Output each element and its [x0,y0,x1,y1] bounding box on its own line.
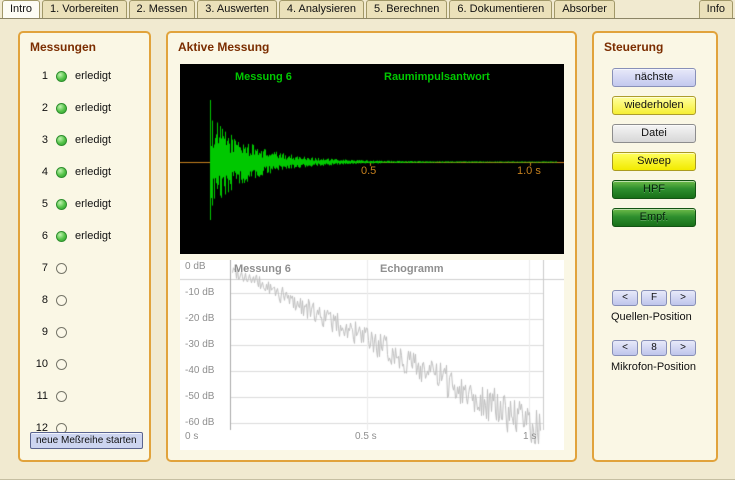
impulse-chart-subtitle: Raumimpulsantwort [384,71,490,83]
measurement-number: 4 [30,166,48,178]
measurement-number: 8 [30,294,48,306]
impulse-chart-title: Messung 6 [235,71,292,83]
next-button[interactable]: nächste [612,68,696,87]
mic-position-label: Mikrofon-Position [611,361,696,373]
tab-berechnen[interactable]: 5. Berechnen [366,0,447,18]
measurement-radio[interactable] [56,391,67,402]
echogram-y-tick-30db: -30 dB [185,339,214,351]
echogram-chart: Messung 6 Echogramm 0 dB -10 dB -20 dB -… [180,260,564,450]
measurement-radio[interactable] [56,135,67,146]
measurement-list: 1 erledigt 2 erledigt 3 erledigt 4 erled… [30,60,145,444]
active-panel-title: Aktive Messung [178,40,269,54]
mic-prev-button[interactable]: < [612,340,638,356]
tab-intro[interactable]: Intro [2,0,40,18]
tab-messen[interactable]: 2. Messen [129,0,196,18]
measurement-number: 11 [30,390,48,402]
new-series-button[interactable]: neue Meßreihe starten [30,432,143,449]
measurement-row: 3 erledigt [30,124,145,156]
measurements-panel: Messungen 1 erledigt 2 erledigt 3 erledi… [18,31,151,462]
measurement-number: 9 [30,326,48,338]
measurement-number: 5 [30,198,48,210]
measurement-row: 9 [30,316,145,348]
echogram-x-tick-05s: 0.5 s [355,431,377,442]
tab-vorbereiten[interactable]: 1. Vorbereiten [42,0,127,18]
source-value-button[interactable]: F [641,290,667,306]
measurement-number: 3 [30,134,48,146]
echogram-x-tick-0s: 0 s [185,431,198,442]
tab-auswerten[interactable]: 3. Auswerten [197,0,277,18]
measurement-row: 6 erledigt [30,220,145,252]
tab-analysieren[interactable]: 4. Analysieren [279,0,364,18]
measurement-radio[interactable] [56,103,67,114]
measurement-number: 2 [30,102,48,114]
tab-dokumentieren[interactable]: 6. Dokumentieren [449,0,552,18]
measurement-number: 10 [30,358,48,370]
measurement-row: 7 [30,252,145,284]
measurement-radio[interactable] [56,231,67,242]
measurement-row: 5 erledigt [30,188,145,220]
echogram-canvas [180,260,564,450]
measurement-status: erledigt [75,70,111,82]
measurement-number: 1 [30,70,48,82]
mic-position-control: < 8 > [612,340,696,356]
measurement-radio[interactable] [56,71,67,82]
measurement-row: 4 erledigt [30,156,145,188]
echogram-y-tick-60db: -60 dB [185,417,214,429]
measurement-row: 10 [30,348,145,380]
repeat-button[interactable]: wiederholen [612,96,696,115]
empf-button[interactable]: Empf. [612,208,696,227]
measurement-radio[interactable] [56,359,67,370]
impulse-response-chart: Messung 6 Raumimpulsantwort 0.5 1.0 s [180,64,564,254]
measurement-radio[interactable] [56,167,67,178]
echogram-y-tick-20db: -20 dB [185,313,214,325]
source-position-control: < F > [612,290,696,306]
source-position-label: Quellen-Position [611,311,692,323]
measurement-number: 7 [30,262,48,274]
control-panel: Steuerung nächste wiederholen Datei Swee… [592,31,718,462]
control-panel-title: Steuerung [604,40,663,54]
echogram-y-tick-0db: 0 dB [185,261,206,273]
echogram-y-tick-10db: -10 dB [185,287,214,299]
mic-next-button[interactable]: > [670,340,696,356]
impulse-x-tick-0-5: 0.5 [361,165,376,177]
file-button[interactable]: Datei [612,124,696,143]
measurement-radio[interactable] [56,295,67,306]
mic-value-button[interactable]: 8 [641,340,667,356]
measurement-number: 6 [30,230,48,242]
hpf-button[interactable]: HPF [612,180,696,199]
measurement-row: 11 [30,380,145,412]
impulse-x-tick-1-0: 1.0 s [517,165,541,177]
echogram-x-tick-1s: 1 s [523,431,536,442]
echogram-y-tick-40db: -40 dB [185,365,214,377]
measurement-radio[interactable] [56,263,67,274]
tab-absorber[interactable]: Absorber [554,0,615,18]
measurement-status: erledigt [75,198,111,210]
tab-bar: Intro 1. Vorbereiten 2. Messen 3. Auswer… [0,0,735,19]
measurement-radio[interactable] [56,327,67,338]
measurements-panel-title: Messungen [30,40,96,54]
echogram-chart-subtitle: Echogramm [380,263,444,275]
sweep-button[interactable]: Sweep [612,152,696,171]
echogram-y-tick-50db: -50 dB [185,391,214,403]
active-measurement-panel: Aktive Messung Messung 6 Raumimpulsantwo… [166,31,577,462]
measurement-row: 1 erledigt [30,60,145,92]
app-window: Intro 1. Vorbereiten 2. Messen 3. Auswer… [0,0,735,480]
tab-info[interactable]: Info [699,0,733,18]
source-prev-button[interactable]: < [612,290,638,306]
measurement-row: 8 [30,284,145,316]
echogram-chart-title: Messung 6 [234,263,291,275]
measurement-status: erledigt [75,102,111,114]
measurement-status: erledigt [75,166,111,178]
impulse-response-canvas [180,64,564,254]
measurement-row: 2 erledigt [30,92,145,124]
source-next-button[interactable]: > [670,290,696,306]
measurement-status: erledigt [75,134,111,146]
measurement-radio[interactable] [56,199,67,210]
measurement-status: erledigt [75,230,111,242]
